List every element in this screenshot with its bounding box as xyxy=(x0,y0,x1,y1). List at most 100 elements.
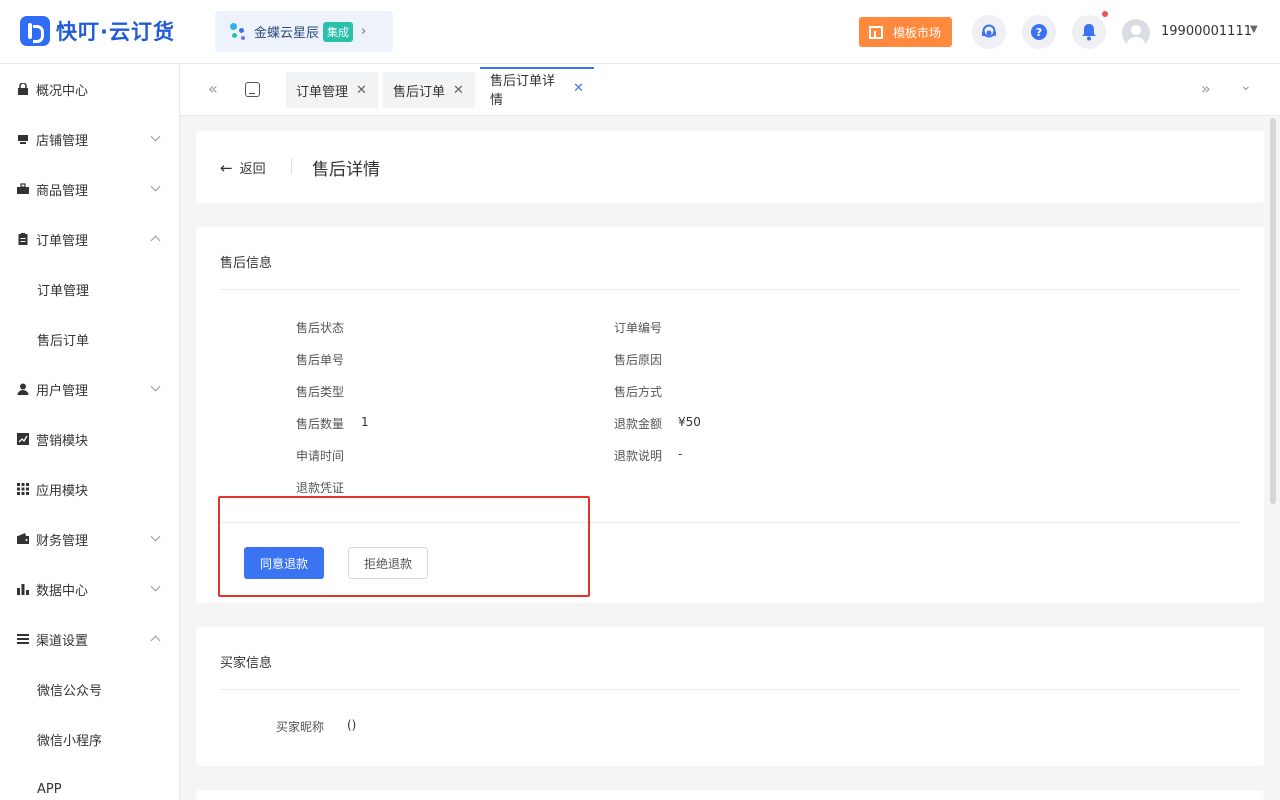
field-value-buyer-nickname: () xyxy=(347,718,357,732)
sidebar-item-products[interactable]: 商品管理 xyxy=(0,164,179,214)
sidebar-item-label: 微信小程序 xyxy=(37,733,103,749)
field-label-status: 售后状态 xyxy=(296,321,345,335)
close-icon[interactable]: ✕ xyxy=(573,81,584,96)
sidebar-item-label: 渠道设置 xyxy=(36,633,89,649)
section-title: 售后信息 xyxy=(220,256,273,271)
field-label-method: 售后方式 xyxy=(614,385,663,399)
template-market-label: 模板市场 xyxy=(893,25,942,40)
field-label-refund-note: 退款说明 xyxy=(614,449,663,463)
divider xyxy=(291,158,292,174)
sidebar-item-label: 微信公众号 xyxy=(37,683,103,699)
page-header-card: ← 返回 售后详情 xyxy=(196,131,1264,203)
sidebar-item-overview[interactable]: 概况中心 xyxy=(0,64,179,114)
user-name[interactable]: 19900001111 xyxy=(1161,24,1252,39)
store-icon xyxy=(17,133,29,145)
sidebar: 概况中心 店铺管理 商品管理 订单管理 订单管理 售后订单 用户管理 营销模块 … xyxy=(0,64,180,800)
sidebar-item-label: 数据中心 xyxy=(36,583,89,599)
tab-label: 订单管理 xyxy=(296,84,349,100)
sidebar-item-label: 营销模块 xyxy=(36,433,89,449)
sidebar-subitem-wechat-official[interactable]: 微信公众号 xyxy=(0,664,179,714)
sidebar-item-marketing[interactable]: 营销模块 xyxy=(0,414,179,464)
scroll-left-icon[interactable]: « xyxy=(208,79,218,98)
bell-icon xyxy=(1082,24,1096,41)
tab-aftersale-orders[interactable]: 售后订单 ✕ xyxy=(383,72,475,108)
sidebar-item-label: APP xyxy=(37,781,62,797)
chevron-down-icon xyxy=(150,131,161,142)
field-label-aftersale-no: 售后单号 xyxy=(296,353,345,367)
avatar[interactable] xyxy=(1122,19,1150,47)
sidebar-subitem-order-management[interactable]: 订单管理 xyxy=(0,264,179,314)
svg-text:?: ? xyxy=(1036,26,1042,39)
home-icon[interactable] xyxy=(245,82,260,97)
kingdee-integration-chip[interactable]: 金蝶云星辰 集成 › xyxy=(215,11,393,52)
briefcase-icon xyxy=(17,183,29,195)
sidebar-item-label: 售后订单 xyxy=(37,333,90,349)
chevron-down-icon xyxy=(150,581,161,592)
kingdee-label: 金蝶云星辰 xyxy=(254,26,320,41)
sidebar-item-data-center[interactable]: 数据中心 xyxy=(0,564,179,614)
next-card xyxy=(196,790,1264,800)
field-label-buyer-nickname: 买家昵称 xyxy=(276,720,325,734)
notification-button[interactable] xyxy=(1072,15,1106,49)
integration-badge: 集成 xyxy=(323,21,354,42)
wallet-icon xyxy=(17,533,29,545)
back-button[interactable]: ← 返回 xyxy=(220,158,266,178)
customer-service-button[interactable] xyxy=(972,15,1006,49)
scroll-right-icon[interactable]: » xyxy=(1201,79,1211,98)
field-value-quantity: 1 xyxy=(361,415,369,429)
sidebar-item-orders[interactable]: 订单管理 xyxy=(0,214,179,264)
sidebar-subitem-aftersale-orders[interactable]: 售后订单 xyxy=(0,314,179,364)
field-value-refund-note: - xyxy=(678,447,683,461)
clipboard-icon xyxy=(17,233,29,245)
grid-icon xyxy=(17,483,29,495)
page-title: 售后详情 xyxy=(312,160,380,180)
list-icon xyxy=(17,633,29,645)
highlight-box xyxy=(218,496,590,597)
caret-down-icon[interactable]: ▼ xyxy=(1250,24,1258,35)
sidebar-item-label: 订单管理 xyxy=(36,233,89,249)
sidebar-subitem-app[interactable]: APP xyxy=(0,764,179,800)
bar-chart-icon xyxy=(17,583,29,595)
chart-icon xyxy=(17,433,29,445)
sidebar-item-label: 店铺管理 xyxy=(36,133,89,149)
chevron-down-icon xyxy=(150,381,161,392)
sidebar-item-label: 用户管理 xyxy=(36,383,89,399)
tab-label: 售后订单详情 xyxy=(490,73,556,108)
template-icon xyxy=(869,25,883,39)
field-label-reason: 售后原因 xyxy=(614,353,663,367)
app-logo[interactable]: 快叮·云订货 xyxy=(20,16,175,46)
tab-aftersale-detail[interactable]: 售后订单详情 ✕ xyxy=(480,67,594,108)
question-icon: ? xyxy=(1031,24,1047,40)
field-label-order-no: 订单编号 xyxy=(614,321,663,335)
help-button[interactable]: ? xyxy=(1022,15,1056,49)
sidebar-item-store[interactable]: 店铺管理 xyxy=(0,114,179,164)
top-header: 快叮·云订货 金蝶云星辰 集成 › 模板市场 ? 19900001111 ▼ xyxy=(0,0,1280,64)
home-lock-icon xyxy=(17,82,29,95)
sidebar-item-label: 财务管理 xyxy=(36,533,89,549)
close-icon[interactable]: ✕ xyxy=(356,83,367,98)
divider xyxy=(220,289,1240,290)
close-icon[interactable]: ✕ xyxy=(453,83,464,98)
notification-dot xyxy=(1102,11,1108,17)
sidebar-item-finance[interactable]: 财务管理 xyxy=(0,514,179,564)
sidebar-item-users[interactable]: 用户管理 xyxy=(0,364,179,414)
sidebar-item-label: 商品管理 xyxy=(36,183,89,199)
chevron-down-icon xyxy=(150,531,161,542)
section-title: 买家信息 xyxy=(220,656,273,671)
field-label-refund-proof: 退款凭证 xyxy=(296,481,345,495)
sidebar-item-apps[interactable]: 应用模块 xyxy=(0,464,179,514)
chevron-down-icon xyxy=(150,181,161,192)
sidebar-item-label: 应用模块 xyxy=(36,483,89,499)
sidebar-subitem-wechat-miniprogram[interactable]: 微信小程序 xyxy=(0,714,179,764)
kingdee-logo-icon xyxy=(229,22,249,42)
chevron-down-icon[interactable]: ⌄ xyxy=(1240,78,1252,94)
tab-label: 售后订单 xyxy=(393,84,446,100)
sidebar-item-channels[interactable]: 渠道设置 xyxy=(0,614,179,664)
template-market-button[interactable]: 模板市场 xyxy=(859,17,952,47)
user-icon xyxy=(17,383,29,395)
field-value-refund-amount: ¥50 xyxy=(678,415,701,429)
field-label-type: 售后类型 xyxy=(296,385,345,399)
scrollbar[interactable] xyxy=(1270,118,1276,504)
field-label-refund-amount: 退款金额 xyxy=(614,417,663,431)
tab-order-management[interactable]: 订单管理 ✕ xyxy=(286,72,378,108)
